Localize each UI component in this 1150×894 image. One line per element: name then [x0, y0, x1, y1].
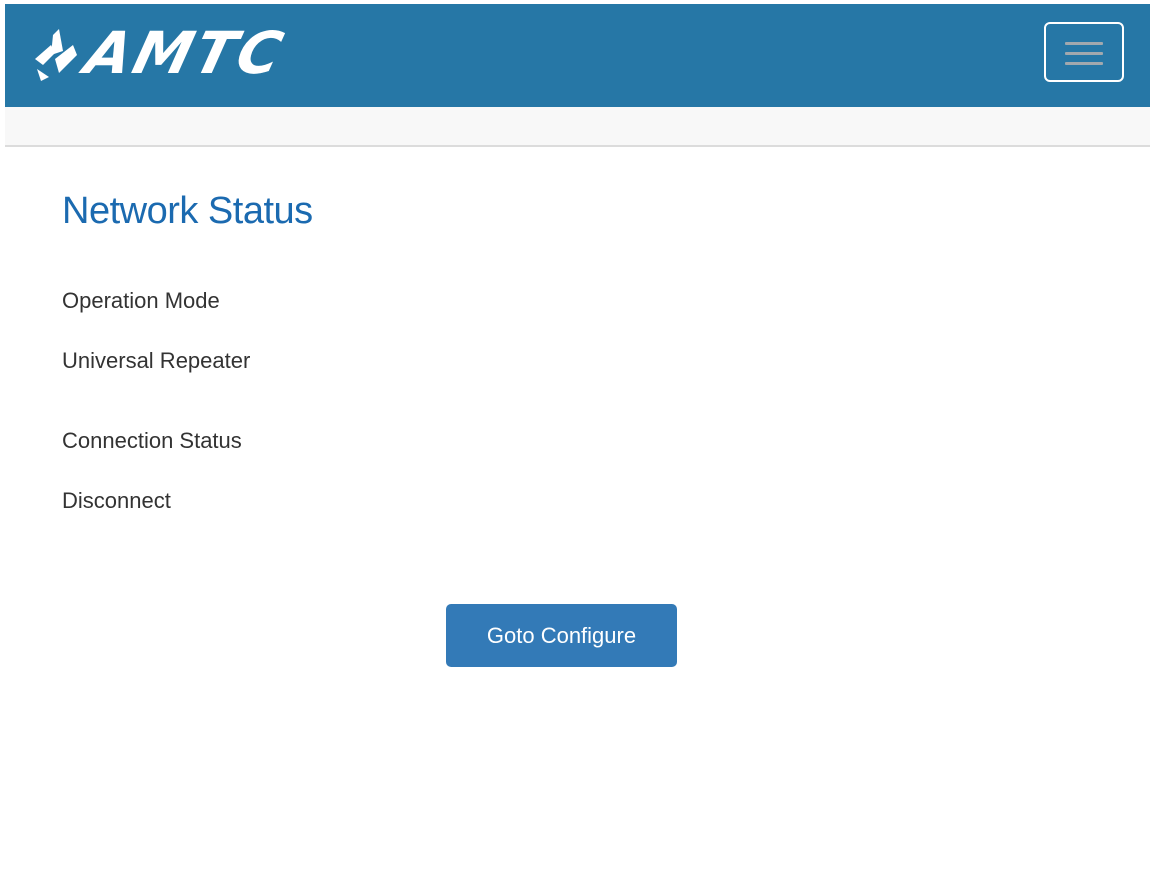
operation-mode-label: Operation Mode [62, 288, 220, 313]
sub-navigation-bar [5, 107, 1150, 147]
logo-text: AMTC [78, 19, 293, 87]
goto-configure-button[interactable]: Goto Configure [446, 604, 677, 667]
menu-toggle-button[interactable] [1044, 22, 1124, 82]
connection-status-value: Disconnect [62, 488, 171, 513]
page-title: Network Status [62, 190, 313, 232]
connection-status-label: Connection Status [62, 428, 242, 453]
amtc-logo[interactable]: AMTC [29, 18, 292, 88]
top-header: AMTC [5, 4, 1150, 107]
operation-mode-value: Universal Repeater [62, 348, 251, 373]
amtc-emblem-icon [35, 29, 77, 81]
